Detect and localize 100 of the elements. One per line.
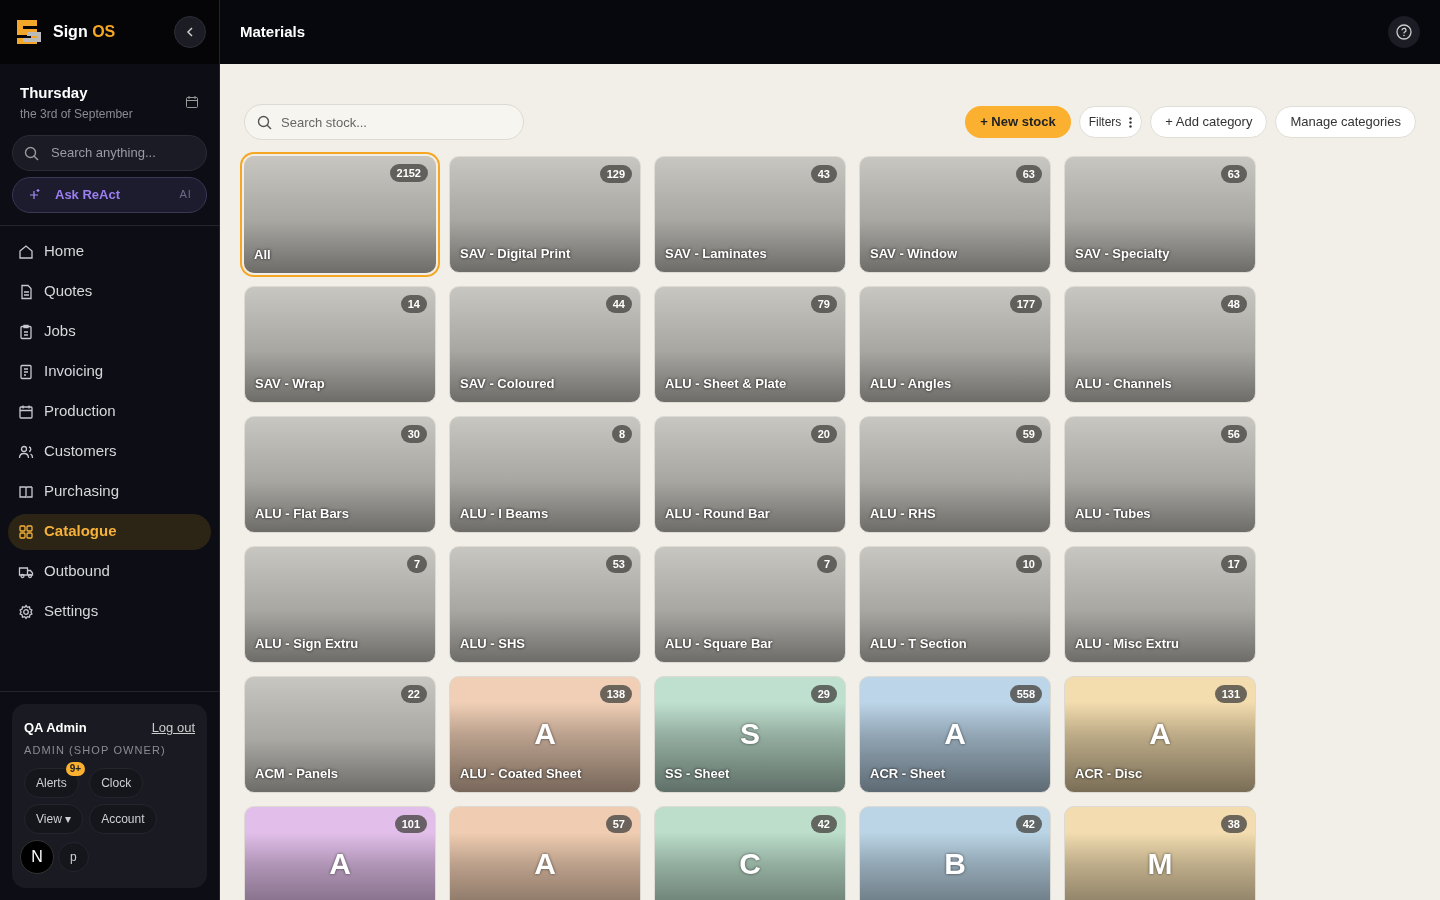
category-card[interactable]: A 558 ACR - Sheet	[859, 676, 1051, 793]
category-card[interactable]: 20 ALU - Round Bar	[654, 416, 846, 533]
users-icon	[18, 443, 34, 460]
category-name: ALU - Sign Extru	[255, 634, 359, 653]
count-badge: 63	[1220, 165, 1247, 183]
count-badge: 17	[1220, 555, 1247, 573]
nav-item[interactable]: Settings	[8, 593, 211, 630]
category-name: ALU - Misc Extru	[1075, 634, 1179, 653]
manage-categories-button[interactable]: Manage categories	[1275, 106, 1416, 138]
user-action-button[interactable]: p	[58, 842, 89, 872]
category-initial: A	[328, 846, 352, 882]
category-card[interactable]: M 38	[1064, 806, 1256, 900]
nav-item[interactable]: Quotes	[8, 273, 211, 310]
category-card[interactable]: C 42	[654, 806, 846, 900]
category-name: ALU - Angles	[870, 374, 952, 393]
category-card[interactable]: A 101	[244, 806, 436, 900]
category-card[interactable]: 177 ALU - Angles	[859, 286, 1051, 403]
category-card[interactable]: 63 SAV - Specialty	[1064, 156, 1256, 273]
stock-search-field[interactable]: Search stock...	[244, 104, 524, 140]
category-card[interactable]: 44 SAV - Coloured	[449, 286, 641, 403]
user-role: ADMIN (SHOP OWNER)	[24, 742, 167, 758]
count-badge: 63	[1015, 165, 1042, 183]
category-card[interactable]: A 131 ACR - Disc	[1064, 676, 1256, 793]
category-name: ALU - Channels	[1075, 374, 1172, 393]
calendar-icon[interactable]	[185, 95, 199, 110]
category-card[interactable]: 79 ALU - Sheet & Plate	[654, 286, 846, 403]
user-action-button[interactable]: Clock	[89, 768, 144, 798]
category-card[interactable]: A 57	[449, 806, 641, 900]
count-badge: 48	[1220, 295, 1247, 313]
category-card[interactable]: 8 ALU - I Beams	[449, 416, 641, 533]
nav-item[interactable]: Home	[8, 233, 211, 270]
category-initial: A	[943, 716, 967, 752]
category-name: ALU - I Beams	[460, 504, 549, 523]
category-name: SAV - Window	[870, 244, 958, 263]
count-badge: 29	[810, 685, 837, 703]
count-badge: 558	[1009, 685, 1042, 703]
page-title: Materials	[240, 21, 306, 42]
count-badge: 8	[611, 425, 632, 443]
count-badge: 138	[599, 685, 632, 703]
category-card[interactable]: 59 ALU - RHS	[859, 416, 1051, 533]
category-name: ALU - SHS	[460, 634, 525, 653]
category-name: ACR - Sheet	[870, 764, 946, 783]
category-name: ALU - Coated Sheet	[460, 764, 582, 783]
nav-item[interactable]: Catalogue	[8, 513, 211, 550]
category-card[interactable]: 10 ALU - T Section	[859, 546, 1051, 663]
category-card[interactable]: 129 SAV - Digital Print	[449, 156, 641, 273]
count-badge: 44	[605, 295, 632, 313]
category-initial: A	[1148, 716, 1172, 752]
category-name: ACR - Disc	[1075, 764, 1143, 783]
count-badge: 129	[599, 165, 632, 183]
category-card[interactable]: 7 ALU - Square Bar	[654, 546, 846, 663]
nav-item[interactable]: Jobs	[8, 313, 211, 350]
category-card[interactable]: A 138 ALU - Coated Sheet	[449, 676, 641, 793]
count-badge: 57	[605, 815, 632, 833]
nav-item[interactable]: Outbound	[8, 553, 211, 590]
category-name: ALU - T Section	[870, 634, 967, 653]
category-card[interactable]: 7 ALU - Sign Extru	[244, 546, 436, 663]
category-card[interactable]: 56 ALU - Tubes	[1064, 416, 1256, 533]
category-card[interactable]: 53 ALU - SHS	[449, 546, 641, 663]
sidebar-search-field[interactable]: Search anything...	[12, 134, 207, 171]
nav-item[interactable]: Customers	[8, 433, 211, 470]
ask-react-button[interactable]: Ask ReAct AI	[12, 176, 207, 213]
category-card[interactable]: S 29 SS - Sheet	[654, 676, 846, 793]
nav-item[interactable]: Purchasing	[8, 473, 211, 510]
settings-icon	[18, 603, 34, 620]
day-label: Thursday	[20, 83, 89, 103]
alert-badge: 9+	[65, 762, 86, 776]
category-card[interactable]: 17 ALU - Misc Extru	[1064, 546, 1256, 663]
avatar[interactable]: N	[20, 840, 54, 874]
filters-button[interactable]: Filters	[1078, 106, 1143, 138]
category-card[interactable]: B 42	[859, 806, 1051, 900]
new-stock-button[interactable]: + New stock	[965, 106, 1071, 138]
help-button[interactable]	[1388, 16, 1420, 48]
user-action-button[interactable]: Account	[89, 804, 157, 834]
add-category-button[interactable]: + Add category	[1150, 106, 1268, 138]
category-card[interactable]: 30 ALU - Flat Bars	[244, 416, 436, 533]
user-action-button[interactable]: View ▾	[24, 804, 84, 834]
category-card[interactable]: 63 SAV - Window	[859, 156, 1051, 273]
count-badge: 79	[810, 295, 837, 313]
brand-name: Sign OS	[53, 22, 116, 42]
category-card[interactable]: 14 SAV - Wrap	[244, 286, 436, 403]
nav-item[interactable]: Production	[8, 393, 211, 430]
category-name: ALU - RHS	[870, 504, 936, 523]
logout-link[interactable]: Log out	[151, 718, 195, 738]
count-badge: 7	[816, 555, 837, 573]
category-name: ACM - Panels	[255, 764, 339, 783]
home-icon	[18, 243, 34, 260]
category-card[interactable]: 43 SAV - Laminates	[654, 156, 846, 273]
category-card[interactable]: 22 ACM - Panels	[244, 676, 436, 793]
category-card[interactable]: 48 ALU - Channels	[1064, 286, 1256, 403]
collapse-button[interactable]	[174, 16, 206, 48]
nav-item[interactable]: Invoicing	[8, 353, 211, 390]
more-icon	[1129, 116, 1133, 128]
category-name: SS - Sheet	[665, 764, 730, 783]
category-name: All	[254, 245, 271, 264]
help-icon	[1396, 24, 1412, 40]
count-badge: 59	[1015, 425, 1042, 443]
clipboard-icon	[18, 323, 34, 340]
search-icon	[24, 145, 39, 161]
category-name: SAV - Coloured	[460, 374, 555, 393]
